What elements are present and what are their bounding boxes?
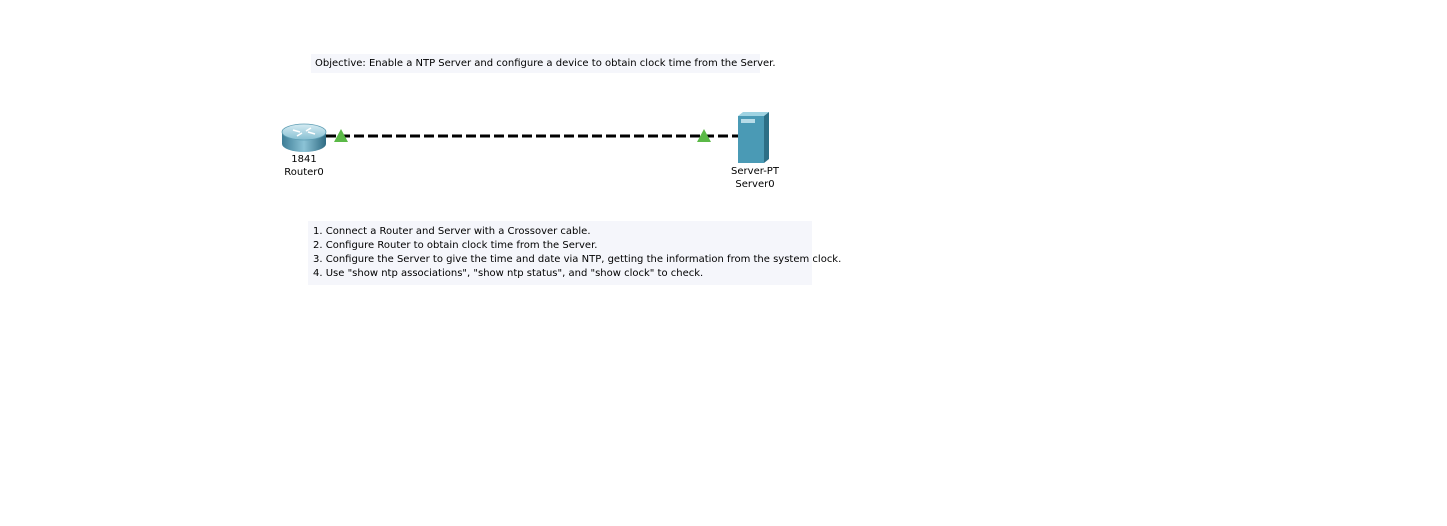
- server-device[interactable]: [735, 111, 771, 165]
- router-model-label: 1841: [291, 154, 317, 165]
- instruction-step: 3. Configure the Server to give the time…: [313, 254, 842, 265]
- instructions-note[interactable]: 1. Connect a Router and Server with a Cr…: [308, 221, 842, 285]
- router-device[interactable]: [280, 120, 328, 154]
- instruction-step: 2. Configure Router to obtain clock time…: [313, 240, 598, 251]
- router-label[interactable]: 1841 Router0: [274, 153, 334, 179]
- instruction-step: 1. Connect a Router and Server with a Cr…: [313, 226, 591, 237]
- instruction-step: 4. Use "show ntp associations", "show nt…: [313, 268, 704, 279]
- server-model-label: Server-PT: [731, 166, 779, 177]
- logical-workspace[interactable]: Objective: Enable a NTP Server and confi…: [0, 0, 1447, 526]
- server-icon: [738, 112, 769, 163]
- router-name-label: Router0: [284, 167, 324, 178]
- router-icon: [281, 123, 327, 152]
- server-label[interactable]: Server-PT Server0: [722, 165, 788, 191]
- server-name-label: Server0: [735, 179, 775, 190]
